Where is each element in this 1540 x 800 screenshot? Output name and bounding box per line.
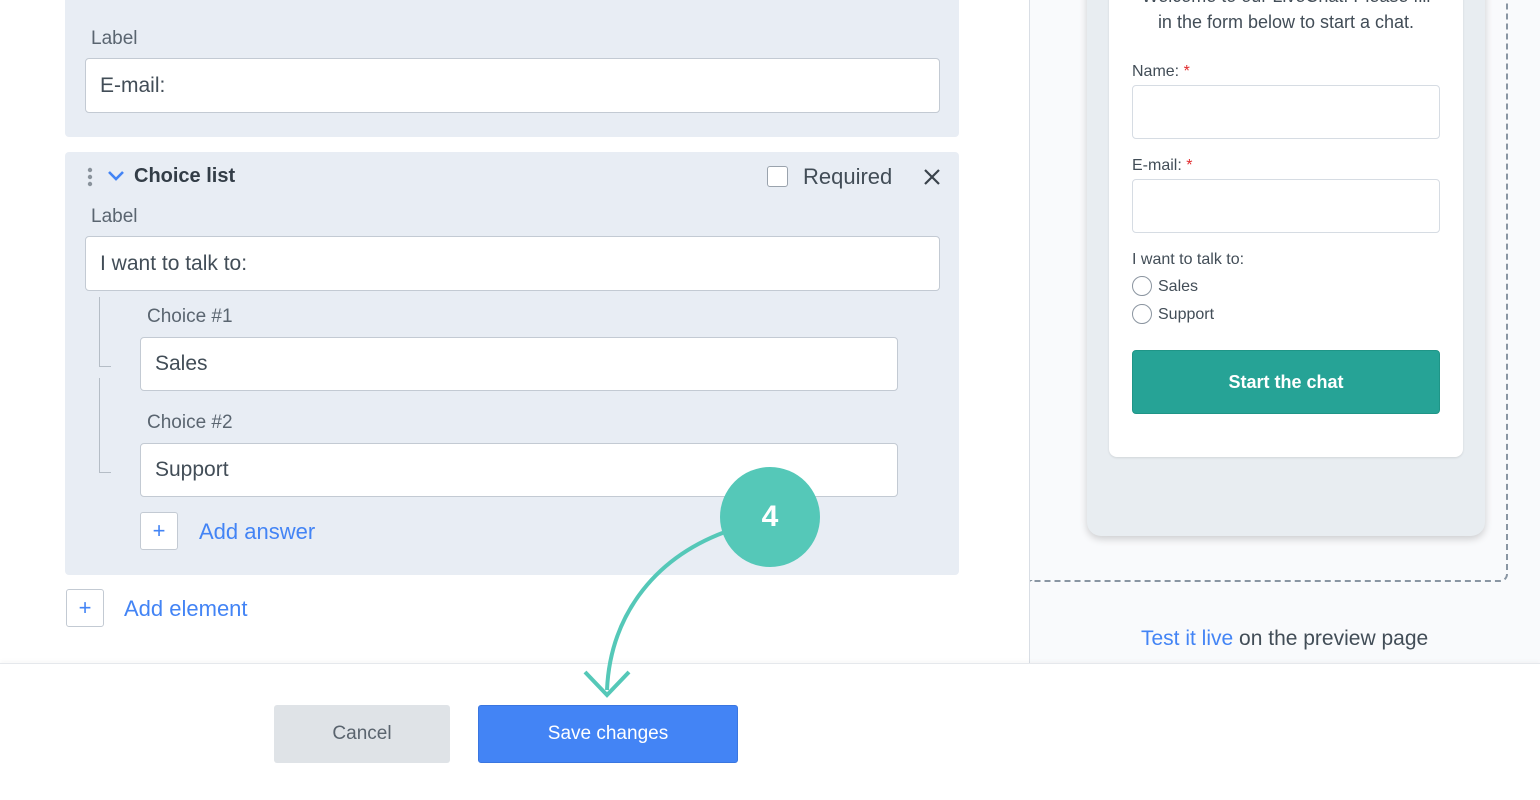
welcome-text: Welcome to our LiveChat! Please fill in … [1109, 0, 1463, 35]
name-label-text: Name: [1132, 63, 1180, 80]
welcome-line-2: in the form below to start a chat. [1157, 12, 1415, 32]
close-icon[interactable] [923, 168, 941, 191]
save-changes-button[interactable]: Save changes [478, 705, 738, 763]
footer-bar: Cancel Save changes [0, 663, 1540, 800]
label-caption: Label [91, 28, 138, 49]
email-field-card: Label E-mail: [65, 0, 959, 137]
add-answer-plus-button[interactable]: + [140, 512, 178, 550]
add-element-plus-button[interactable]: + [66, 589, 104, 627]
chat-widget-preview: Welcome to our LiveChat! Please fill in … [1087, 0, 1485, 536]
step-badge: 4 [720, 467, 820, 567]
drag-handle-icon[interactable] [87, 167, 93, 187]
preview-panel: Welcome to our LiveChat! Please fill in … [1029, 0, 1540, 663]
choice-caption: Choice #2 [147, 412, 233, 433]
radio-support[interactable] [1132, 304, 1152, 324]
name-label: Name: * [1132, 63, 1190, 81]
email-input[interactable] [1132, 179, 1440, 233]
tree-line [99, 297, 111, 367]
chevron-down-icon[interactable] [107, 169, 125, 187]
required-label: Required [803, 164, 893, 189]
question-label: I want to talk to: [1132, 251, 1245, 268]
prechat-form: Welcome to our LiveChat! Please fill in … [1109, 0, 1463, 457]
choice-input[interactable]: Sales [140, 337, 898, 391]
callout-arrow [583, 530, 726, 698]
tree-line [99, 378, 111, 473]
choice-list-label-input[interactable]: I want to talk to: [85, 236, 940, 291]
choice-list-title: Choice list [134, 165, 236, 187]
radio-sales[interactable] [1132, 276, 1152, 296]
option-label: Sales [1158, 278, 1199, 295]
required-mark: * [1183, 63, 1190, 80]
email-label-text: E-mail: [1132, 157, 1182, 174]
choice-list-card: Choice list Required Label I want to tal… [65, 152, 959, 575]
test-live-text: Test it live on the preview page [1141, 627, 1428, 651]
choice-caption: Choice #1 [147, 306, 233, 327]
start-chat-button[interactable]: Start the chat [1132, 350, 1440, 414]
welcome-line-1: Welcome to our LiveChat! Please fill [1109, 0, 1463, 9]
required-checkbox[interactable] [767, 166, 788, 187]
test-live-suffix: on the preview page [1233, 627, 1429, 650]
test-live-link[interactable]: Test it live [1141, 627, 1233, 650]
email-label-input[interactable]: E-mail: [85, 58, 940, 113]
required-mark: * [1186, 157, 1193, 174]
option-label: Support [1158, 306, 1215, 323]
label-caption: Label [91, 206, 138, 227]
add-answer-link[interactable]: Add answer [199, 519, 315, 545]
name-input[interactable] [1132, 85, 1440, 139]
cancel-button[interactable]: Cancel [274, 705, 450, 763]
email-label: E-mail: * [1132, 157, 1192, 175]
add-element-link[interactable]: Add element [124, 596, 248, 622]
